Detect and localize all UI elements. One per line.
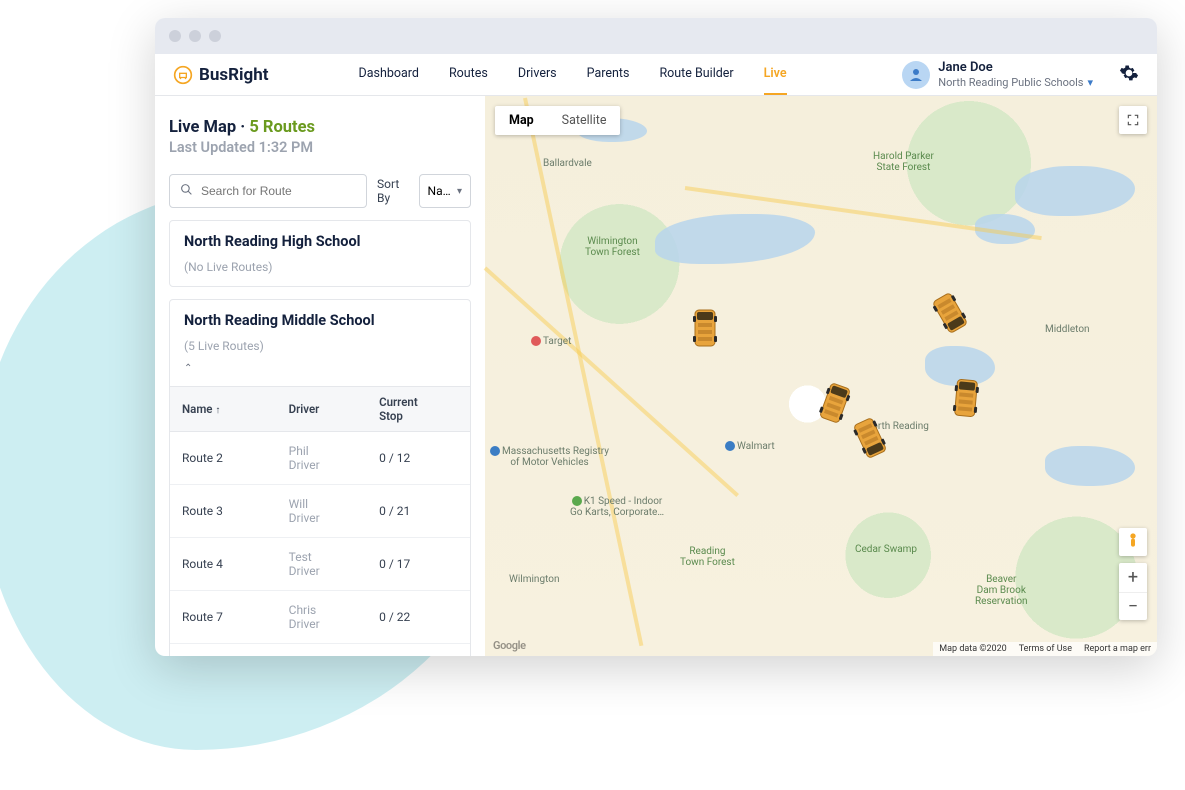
map-place-label: BeaverDam BrookReservation: [975, 574, 1028, 607]
route-current-stop: 0 / 17: [367, 538, 470, 591]
map-attribution: Map data ©2020 Terms of Use Report a map…: [933, 642, 1157, 656]
sidebar: Live Map · 5 Routes Last Updated 1:32 PM…: [155, 96, 485, 656]
user-name: Jane Doe: [938, 60, 1093, 76]
route-driver: Keith Driver: [277, 644, 367, 657]
window-dot: [209, 30, 221, 42]
chevron-down-icon: ▾: [457, 186, 462, 197]
col-name[interactable]: Name ↑: [170, 387, 277, 432]
route-driver: Phil Driver: [277, 432, 367, 485]
table-row[interactable]: Route 9Keith Driver0 / 14: [170, 644, 470, 657]
map-place-label: Cedar Swamp: [855, 544, 917, 555]
route-name: Route 2: [170, 432, 277, 485]
map-place-label: Harold ParkerState Forest: [873, 151, 934, 173]
chevron-down-icon: ▾: [1087, 76, 1093, 89]
google-logo: Google: [493, 639, 526, 652]
settings-button[interactable]: [1119, 63, 1139, 87]
route-search-input[interactable]: [169, 174, 367, 208]
col-driver[interactable]: Driver: [277, 387, 367, 432]
school-name: North Reading Middle School: [184, 312, 375, 329]
sort-by-label: Sort By: [377, 177, 409, 205]
school-meta: (5 Live Routes): [184, 339, 264, 353]
zoom-out-button[interactable]: −: [1119, 592, 1147, 620]
route-name: Route 7: [170, 591, 277, 644]
livemap-heading: Live Map · 5 Routes: [169, 118, 471, 137]
nav-item-dashboard[interactable]: Dashboard: [358, 54, 418, 95]
route-current-stop: 0 / 21: [367, 485, 470, 538]
map-place-label: Wilmington: [509, 574, 559, 585]
map-data-label: Map data ©2020: [939, 644, 1006, 654]
last-updated: Last Updated 1:32 PM: [169, 139, 471, 156]
school-name: North Reading High School: [184, 233, 361, 250]
nav-item-parents[interactable]: Parents: [587, 54, 630, 95]
school-toggle[interactable]: North Reading High School (No Live Routes…: [170, 221, 470, 286]
map-type-switch: Map Satellite: [495, 106, 620, 135]
sort-asc-icon: ↑: [215, 405, 220, 416]
route-driver: Chris Driver: [277, 591, 367, 644]
route-current-stop: 0 / 22: [367, 591, 470, 644]
route-driver: Will Driver: [277, 485, 367, 538]
nav-item-live[interactable]: Live: [764, 54, 787, 95]
user-org[interactable]: North Reading Public Schools ▾: [938, 76, 1093, 89]
table-row[interactable]: Route 2Phil Driver0 / 12: [170, 432, 470, 485]
brand-name: BusRight: [199, 65, 268, 85]
map-place-label: K1 Speed - IndoorGo Karts, Corporate…: [570, 496, 664, 518]
route-name: Route 3: [170, 485, 277, 538]
user-menu[interactable]: Jane Doe North Reading Public Schools ▾: [902, 60, 1139, 89]
nav-item-route-builder[interactable]: Route Builder: [659, 54, 733, 95]
window-dot: [189, 30, 201, 42]
fullscreen-button[interactable]: [1119, 106, 1147, 134]
table-row[interactable]: Route 4Test Driver0 / 17: [170, 538, 470, 591]
bus-marker[interactable]: [855, 416, 885, 456]
avatar: [902, 61, 930, 89]
zoom-controls: + −: [1119, 563, 1147, 620]
map-place-label: WilmingtonTown Forest: [585, 236, 640, 258]
map-place-label: Walmart: [725, 441, 775, 452]
bus-logo-icon: [173, 65, 193, 85]
route-current-stop: 0 / 12: [367, 432, 470, 485]
school-card: North Reading Middle School (5 Live Route…: [169, 299, 471, 656]
nav-item-routes[interactable]: Routes: [449, 54, 488, 95]
routes-table: Name ↑DriverCurrent StopRoute 2Phil Driv…: [170, 386, 470, 656]
streetview-pegman[interactable]: [1119, 528, 1147, 556]
terms-link[interactable]: Terms of Use: [1019, 644, 1072, 654]
map-type-map[interactable]: Map: [495, 106, 548, 135]
route-driver: Test Driver: [277, 538, 367, 591]
bus-marker[interactable]: [951, 376, 981, 416]
sort-select[interactable]: Na… ▾: [419, 174, 471, 208]
school-toggle[interactable]: North Reading Middle School (5 Live Route…: [170, 300, 470, 386]
nav-item-drivers[interactable]: Drivers: [518, 54, 557, 95]
main-nav: Dashboard Routes Drivers Parents Route Build…: [358, 54, 786, 95]
search-icon: [180, 183, 193, 199]
zoom-in-button[interactable]: +: [1119, 563, 1147, 591]
window-dot: [169, 30, 181, 42]
route-current-stop: 0 / 14: [367, 644, 470, 657]
school-meta: (No Live Routes): [184, 260, 272, 274]
brand-logo[interactable]: BusRight: [173, 65, 268, 85]
report-error-link[interactable]: Report a map err: [1084, 644, 1151, 654]
map[interactable]: Map Satellite + − Google Map data ©2020 …: [485, 96, 1157, 656]
school-card: North Reading High School (No Live Routes…: [169, 220, 471, 287]
window-titlebar: [155, 18, 1157, 54]
bus-marker[interactable]: [820, 381, 850, 421]
route-name: Route 9: [170, 644, 277, 657]
chevron-up-icon: ⌃: [184, 363, 456, 374]
map-place-label: Ballardvale: [543, 158, 592, 169]
table-row[interactable]: Route 3Will Driver0 / 21: [170, 485, 470, 538]
topbar: BusRight Dashboard Routes Drivers Parents Ro…: [155, 54, 1157, 96]
bus-marker[interactable]: [690, 306, 720, 346]
map-place-label: Massachusetts Registryof Motor Vehicles: [490, 446, 609, 468]
route-name: Route 4: [170, 538, 277, 591]
app-window: BusRight Dashboard Routes Drivers Parents Ro…: [155, 18, 1157, 656]
col-current-stop[interactable]: Current Stop: [367, 387, 470, 432]
bus-marker[interactable]: [935, 291, 965, 331]
table-row[interactable]: Route 7Chris Driver0 / 22: [170, 591, 470, 644]
map-place-label: Middleton: [1045, 324, 1090, 335]
map-place-label: ReadingTown Forest: [680, 546, 735, 568]
map-type-satellite[interactable]: Satellite: [548, 106, 621, 135]
